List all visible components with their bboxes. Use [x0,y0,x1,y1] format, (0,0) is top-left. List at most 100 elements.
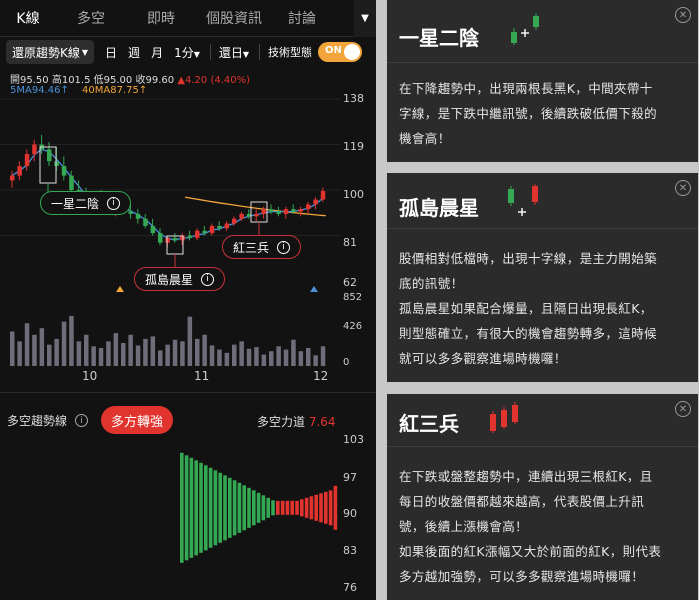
range-dropdown[interactable]: 還日▼ [219,44,249,61]
candle [47,149,52,162]
volume-bar [195,338,200,366]
pattern-icon [490,402,518,433]
price-change: ▲4.20 (4.40%) [177,75,251,86]
trend-bar [247,487,251,528]
volume-bar [269,351,274,366]
date-tick: 10 [82,369,98,383]
trend-bar [266,497,270,518]
caret-down-icon: ▼ [242,49,250,59]
trend-bar [242,485,246,531]
trend-bar [199,462,203,553]
card-title: 孤島晨星 [399,196,479,220]
card-line: 在下跌或盤整趨勢中，連續出現三根紅K，且 [399,469,653,484]
trend-bar [256,492,261,523]
volume-bar [24,323,30,366]
tab-realtime[interactable]: 即時 [126,8,196,28]
tab-stock-info[interactable]: 個股資訊 [196,8,272,28]
close-icon[interactable]: ✕ [675,401,691,417]
volume-bar [76,341,82,366]
volume-bar [32,334,37,366]
trend-bar [285,500,290,515]
card-body: 股價相對低檔時，出現十字線，是主力開始築 底的訊號！ 孤島晨星如果配合爆量，且隔… [399,246,687,371]
date-tick: 12 [313,369,329,383]
tab-discussion[interactable]: 討論 [272,8,332,28]
pattern-tag-three-red[interactable]: 紅三兵 i [222,235,302,259]
volume-bar [276,346,281,366]
volume-bar [113,333,119,366]
pattern-tag-one-star[interactable]: 一星二陰 i [40,191,132,215]
trend-bar [223,475,227,541]
adjust-kline-dropdown[interactable]: 還原趨勢K線 ▼ [6,40,95,64]
adjust-kline-label: 還原趨勢K線 [12,45,80,60]
trend-tick: 90 [343,507,357,520]
trend-bar [300,499,304,517]
candle [291,209,296,212]
volume-bar [313,355,318,366]
card-line: 每日的收盤價都越來越高，代表股價上升訊 [399,494,645,509]
trend-bar [252,490,256,526]
candle [202,230,207,234]
period-month[interactable]: 月 [151,44,163,61]
volume-bar [10,331,15,366]
period-minute-label: 1分 [174,45,194,60]
trend-chart [180,452,338,563]
close-icon[interactable]: ✕ [675,7,691,23]
volume-bar [187,316,193,366]
price-tick: 100 [343,188,364,201]
candle [306,204,311,210]
volume-bar [209,345,215,366]
volume-bar [84,334,89,366]
candle [232,218,237,224]
price-tick: 119 [343,140,364,153]
trend-bar [314,494,318,521]
info-icon: i [277,240,291,254]
pattern-card-three-red: 紅三兵 ✕ 在下跌或盤整趨勢中，連續出現三根紅K，且 每日的收盤價都越來越高，代… [387,394,698,600]
pattern-tag-island[interactable]: 孤島晨星 i [134,267,226,291]
volume-bar [239,341,244,366]
trend-bar [194,460,198,556]
trend-bar [237,482,242,533]
candle [276,211,281,214]
candle [54,161,59,167]
card-body: 在下跌或盤整趨勢中，連續出現三根紅K，且 每日的收盤價都越來越高，代表股價上升訊… [399,464,687,589]
candle [10,175,15,181]
volume-bar [158,350,163,366]
volume-bar [128,334,133,366]
volume-bar [320,346,326,366]
top-tab-bar: K線 多空 即時 個股資訊 討論 ▼ [0,0,376,37]
trend-bar [213,470,218,546]
candle [172,237,178,241]
range-label: 還日 [218,45,243,60]
trend-bar [324,491,328,524]
tab-kline[interactable]: K線 [0,8,56,28]
tab-long-short[interactable]: 多空 [56,8,126,28]
candle [261,209,267,214]
close-icon[interactable]: ✕ [675,180,691,196]
candle [32,144,37,155]
trend-bar [304,497,309,518]
info-icon[interactable]: i [75,414,89,427]
trend-bar [280,500,285,515]
toggle-label: ON [325,45,342,56]
card-line: 則型態確立，有很大的機會趨勢轉多，這時候 [399,326,658,341]
volume-bar [143,338,148,366]
card-title: 一星二陰 [399,26,479,50]
pattern-toggle[interactable]: ON [318,42,363,62]
more-tabs-dropdown[interactable]: ▼ [354,0,376,37]
trend-bar [218,472,222,543]
date-tick: 11 [194,369,210,383]
toolbar-divider [209,44,211,60]
period-minute-dropdown[interactable]: 1分▼ [174,44,200,61]
event-marker [310,286,318,292]
trend-bar [328,490,333,526]
pattern-tag-label: 紅三兵 [233,240,270,255]
trend-bar [184,455,189,561]
period-week[interactable]: 週 [128,44,140,61]
candle [158,233,163,243]
candle [17,166,22,176]
kline-chart[interactable] [0,95,340,370]
trend-bar [189,457,194,558]
card-line: 如果後面的紅K漲幅又大於前面的紅K，則代表 [399,544,662,559]
period-day[interactable]: 日 [105,44,117,61]
volume-bar [106,341,111,366]
